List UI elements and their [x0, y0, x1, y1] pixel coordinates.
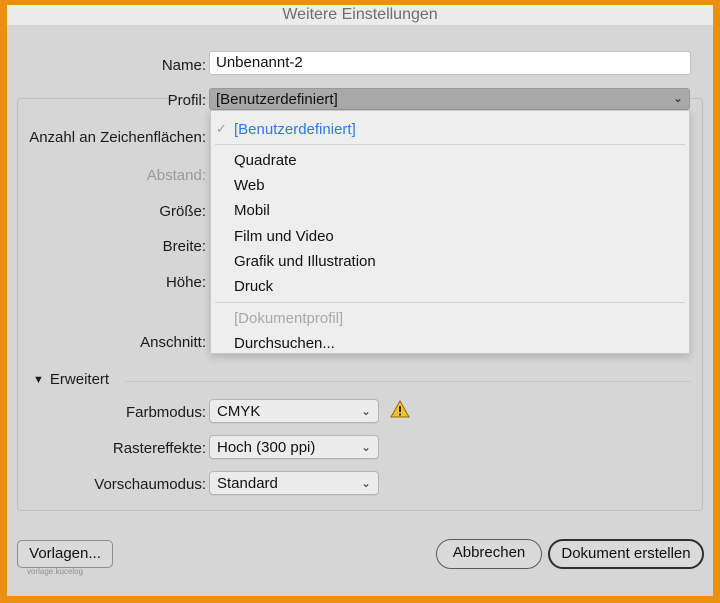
erweitert-label: Erweitert — [49, 371, 110, 388]
abbrechen-button[interactable]: Abbrechen — [436, 539, 542, 569]
dokument-erstellen-button[interactable]: Dokument erstellen — [548, 539, 704, 569]
profil-value: [Benutzerdefiniert] — [216, 91, 338, 108]
abstand-label: Abstand: — [146, 167, 206, 184]
farbmodus-label: Farbmodus: — [125, 404, 206, 421]
chevron-down-icon: ⌄ — [672, 91, 683, 105]
rastereffekte-value: Hoch (300 ppi) — [217, 439, 316, 456]
checkmark-icon: ✓ — [216, 121, 227, 136]
menu-item-web[interactable]: Web — [234, 177, 265, 194]
menu-item-grafik-und-illustration[interactable]: Grafik und Illustration — [234, 253, 376, 270]
menu-separator — [215, 144, 685, 145]
new-document-dialog: Weitere Einstellungen Name: Unbenannt-2 … — [7, 5, 713, 596]
menu-item-druck[interactable]: Druck — [234, 278, 273, 295]
vorschaumodus-label: Vorschaumodus: — [94, 476, 206, 493]
rastereffekte-select[interactable]: Hoch (300 ppi) ⌄ — [209, 435, 379, 459]
hoehe-label: Höhe: — [165, 274, 206, 291]
watermark-text: vorlage.kucelog — [27, 567, 84, 576]
menu-separator — [215, 302, 685, 303]
warning-icon[interactable] — [390, 400, 410, 418]
profil-dropdown-menu: ✓ [Benutzerdefiniert] Quadrate Web Mobil… — [210, 110, 690, 354]
erweitert-toggle[interactable]: ▼ Erweitert — [33, 371, 109, 388]
groesse-label: Größe: — [159, 203, 206, 220]
chevron-down-icon: ⌄ — [360, 440, 371, 454]
profil-label: Profil: — [167, 92, 206, 109]
anschnitt-label: Anschnitt: — [140, 334, 206, 351]
name-field[interactable]: Unbenannt-2 — [209, 51, 691, 75]
menu-item-mobil[interactable]: Mobil — [234, 202, 270, 219]
menu-item-quadrate[interactable]: Quadrate — [234, 152, 297, 169]
vorschaumodus-value: Standard — [217, 475, 278, 492]
menu-item-benutzerdefiniert[interactable]: [Benutzerdefiniert] — [234, 121, 356, 138]
menu-item-durchsuchen[interactable]: Durchsuchen... — [234, 335, 335, 352]
disclosure-triangle-icon: ▼ — [33, 374, 44, 386]
window-title: Weitere Einstellungen — [7, 5, 713, 25]
vorlagen-button[interactable]: Vorlagen... — [17, 540, 113, 568]
name-label: Name: — [161, 57, 206, 74]
chevron-down-icon: ⌄ — [360, 476, 371, 490]
breite-label: Breite: — [162, 238, 206, 255]
vorschaumodus-select[interactable]: Standard ⌄ — [209, 471, 379, 495]
artboards-label: Anzahl an Zeichenflächen: — [29, 129, 206, 146]
menu-item-dokumentprofil: [Dokumentprofil] — [234, 310, 344, 327]
chevron-down-icon: ⌄ — [360, 404, 371, 418]
profil-select[interactable]: [Benutzerdefiniert] ⌄ — [209, 88, 690, 110]
rastereffekte-label: Rastereffekte: — [112, 440, 206, 457]
divider — [125, 381, 691, 382]
farbmodus-value: CMYK — [217, 403, 261, 420]
menu-item-film-und-video[interactable]: Film und Video — [234, 228, 334, 245]
farbmodus-select[interactable]: CMYK ⌄ — [209, 399, 379, 423]
